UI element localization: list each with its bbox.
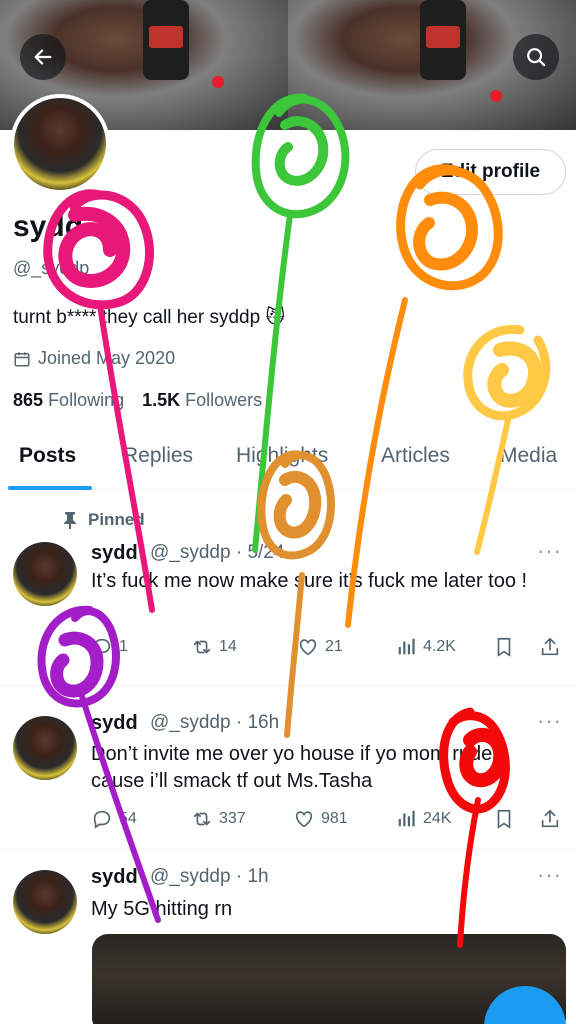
- views-button[interactable]: 4.2K: [395, 636, 456, 658]
- tab-articles[interactable]: Articles: [381, 444, 450, 468]
- red-dot: [212, 76, 224, 88]
- post-avatar[interactable]: [13, 870, 77, 934]
- more-options-icon[interactable]: ···: [537, 708, 562, 734]
- repost-button[interactable]: 14: [191, 636, 237, 658]
- edit-profile-button[interactable]: Edit profile: [415, 149, 566, 195]
- reply-count: 1: [119, 638, 128, 655]
- search-button[interactable]: [513, 34, 559, 80]
- heart-icon: [299, 639, 317, 656]
- share-icon: [541, 637, 559, 656]
- post-actions: 54 337 981 24K: [91, 808, 563, 838]
- reply-icon: [93, 810, 111, 829]
- post-avatar[interactable]: [13, 542, 77, 606]
- follow-stats: 865 Following 1.5K Followers: [13, 390, 262, 411]
- repost-count: 14: [219, 638, 237, 655]
- back-button[interactable]: [20, 34, 66, 80]
- post-author-name[interactable]: sydd: [91, 712, 138, 735]
- bookmark-button[interactable]: [493, 808, 515, 830]
- share-icon: [541, 809, 559, 828]
- post-text: Don’t invite me over yo house if yo mom …: [91, 743, 493, 792]
- bookmark-icon: [497, 637, 511, 657]
- repost-button[interactable]: 337: [191, 808, 246, 830]
- followers-count: 1.5K: [142, 390, 181, 410]
- share-button[interactable]: [539, 636, 561, 658]
- views-button[interactable]: 24K: [395, 808, 451, 830]
- profile-bio: turnt b**** they call her syddp 😼: [13, 307, 286, 328]
- repost-count: 337: [219, 810, 246, 827]
- tab-replies[interactable]: Replies: [123, 444, 193, 468]
- tab-media[interactable]: Media: [500, 444, 557, 468]
- like-button[interactable]: 21: [297, 636, 343, 658]
- more-options-icon[interactable]: ···: [537, 538, 562, 564]
- post-meta: @_syddp · 1h: [150, 866, 269, 887]
- post-author-name[interactable]: sydd: [91, 542, 138, 565]
- joined-label: Joined May 2020: [38, 348, 176, 368]
- red-dot: [490, 90, 502, 102]
- like-button[interactable]: 981: [293, 808, 348, 830]
- views-count: 4.2K: [423, 638, 456, 655]
- joined-date: Joined May 2020: [13, 348, 175, 369]
- search-icon: [527, 48, 546, 67]
- reply-button[interactable]: 1: [91, 636, 128, 658]
- calendar-icon: [14, 351, 30, 366]
- bookmark-button[interactable]: [493, 636, 515, 658]
- reply-count: 54: [119, 810, 137, 827]
- heart-icon: [295, 811, 313, 828]
- followers-label: Followers: [185, 390, 263, 410]
- views-icon: [398, 638, 415, 655]
- like-count: 981: [321, 810, 348, 827]
- tab-highlights[interactable]: Highlights: [236, 444, 328, 468]
- like-count: 21: [325, 638, 343, 655]
- phone-image: [420, 0, 466, 80]
- phone-image: [143, 0, 189, 80]
- followers-link[interactable]: 1.5K Followers: [142, 390, 262, 411]
- post-meta: @_syddp · 16h: [150, 712, 280, 733]
- profile-handle: @_syddp: [13, 258, 90, 278]
- arrow-left-icon: [34, 49, 52, 65]
- profile-avatar[interactable]: [10, 94, 110, 194]
- post-meta: @_syddp · 5/24: [150, 542, 285, 563]
- following-label: Following: [48, 390, 125, 410]
- following-count: 865: [13, 390, 44, 410]
- tab-posts[interactable]: Posts: [19, 444, 76, 468]
- following-link[interactable]: 865 Following: [13, 390, 124, 411]
- profile-name: sydd: [13, 210, 84, 243]
- repost-icon: [193, 812, 211, 826]
- reply-button[interactable]: 54: [91, 808, 137, 830]
- profile-tabs: Posts Replies Highlights Articles Media: [0, 432, 576, 490]
- repost-icon: [193, 640, 211, 654]
- share-button[interactable]: [539, 808, 561, 830]
- views-icon: [398, 810, 415, 827]
- reply-icon: [93, 638, 111, 657]
- views-count: 24K: [423, 810, 452, 827]
- post-avatar[interactable]: [13, 716, 77, 780]
- post-item[interactable]: sydd @_syddp · 16h ··· Don’t invite me o…: [0, 686, 576, 850]
- bookmark-icon: [497, 809, 511, 829]
- post-item[interactable]: sydd @_syddp · 5/24 ··· It’s fuck me now…: [0, 490, 576, 686]
- post-text: My 5G hitting rn: [91, 898, 233, 920]
- more-options-icon[interactable]: ···: [537, 862, 562, 888]
- post-author-name[interactable]: sydd: [91, 866, 138, 889]
- post-text: It’s fuck me now make sure it’s fuck me …: [91, 570, 528, 592]
- post-actions: 1 14 21 4.2K: [91, 636, 563, 666]
